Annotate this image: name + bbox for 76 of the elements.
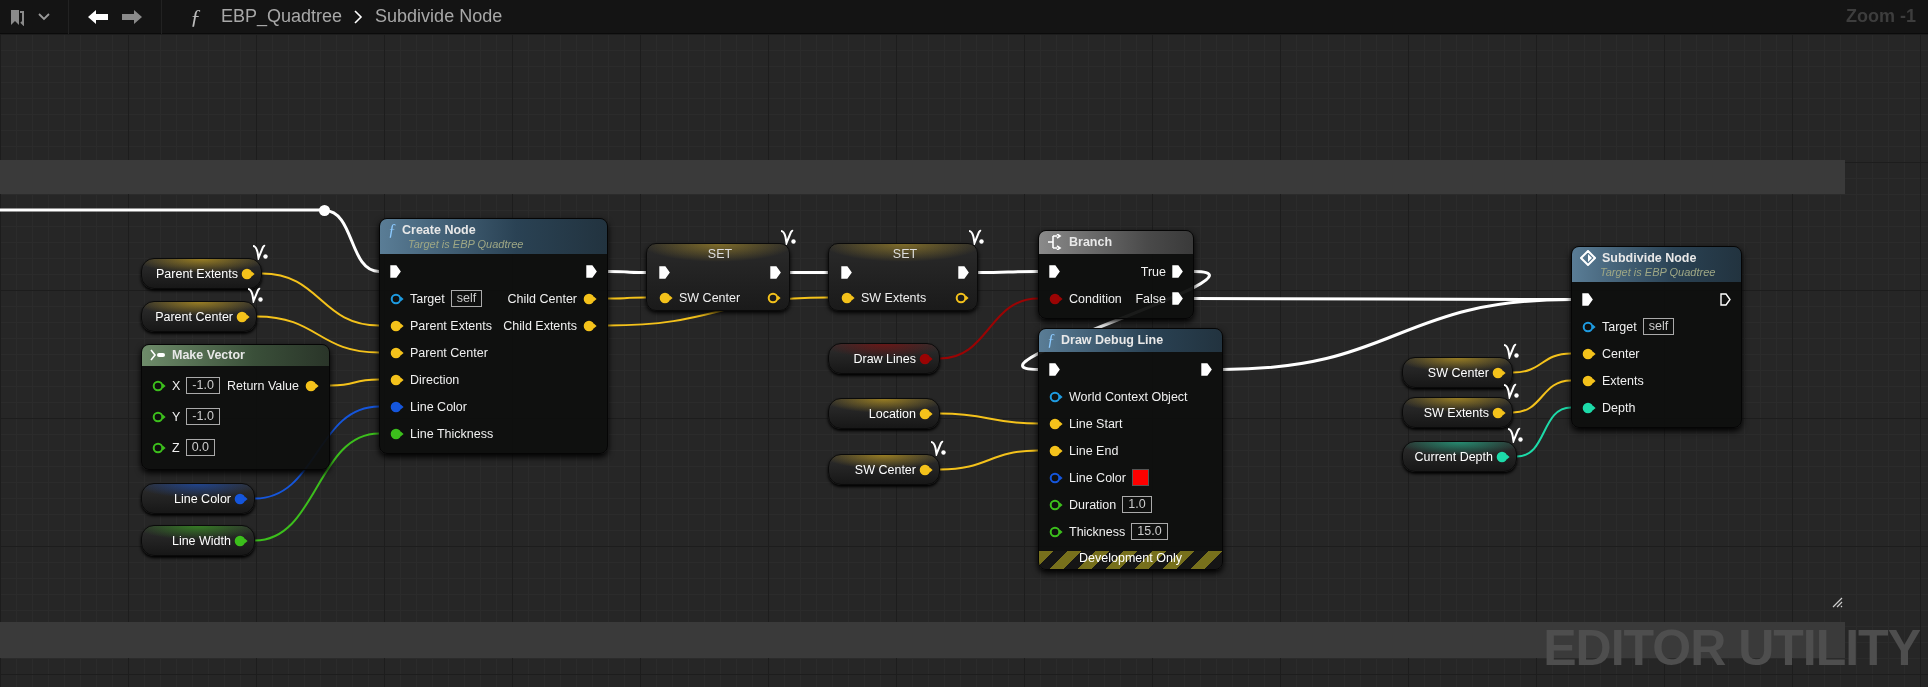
pin-label: World Context Object — [1069, 389, 1188, 404]
pin-label: False — [1135, 291, 1166, 306]
pin-label: Line Color — [1069, 470, 1126, 485]
variable-node[interactable]: SW Center — [828, 454, 940, 485]
node-title: Make Vector — [172, 348, 245, 362]
pin-label: Line Start — [1069, 416, 1123, 431]
node-title: SET — [892, 248, 918, 260]
function-icon: ƒ — [1047, 332, 1055, 348]
variable-label: Line Color — [174, 491, 231, 506]
variable-label: SW Extents — [1423, 405, 1489, 420]
variable-node[interactable]: SW Center — [1402, 357, 1513, 388]
variable-label: SW Center — [854, 462, 916, 477]
variable-label: Line Width — [171, 533, 231, 548]
pin-label: Line Thickness — [410, 426, 494, 441]
variable-label: Draw Lines — [853, 351, 916, 366]
event-node[interactable]: Subdivide Node Target is EBP Quadtree Target self Center Extents Depth — [1571, 246, 1742, 428]
value-field[interactable]: -1.0 — [186, 377, 220, 394]
pin-label: Line End — [1069, 443, 1119, 458]
value-field[interactable]: 1.0 — [1122, 496, 1152, 513]
variable-node[interactable]: Line Width — [141, 525, 255, 556]
branch-node[interactable]: Branch True Condition False — [1038, 230, 1194, 319]
pin-label: Thickness — [1069, 524, 1126, 539]
variable-node[interactable]: Location — [828, 398, 940, 429]
variable-label: SW Center — [1427, 365, 1489, 380]
value-field[interactable]: -1.0 — [186, 408, 220, 425]
variable-node[interactable]: Line Color — [141, 483, 255, 514]
value-field[interactable]: self — [1642, 318, 1675, 335]
pin-label: Child Extents — [503, 318, 577, 333]
pin-label: Target — [410, 291, 445, 306]
node-subtitle: Target is EBP Quadtree — [1599, 266, 1717, 278]
pin-label: Condition — [1069, 291, 1122, 306]
value-field[interactable]: 15.0 — [1131, 523, 1168, 540]
pin-label: Parent Extents — [410, 318, 492, 333]
pin-label: Target — [1602, 319, 1637, 334]
variable-label: Parent Extents — [156, 266, 238, 281]
variable-node[interactable]: Parent Extents — [141, 258, 262, 289]
node-subtitle: Target is EBP Quadtree — [407, 238, 525, 250]
pin-label: Direction — [410, 372, 460, 387]
node-title: Create Node — [402, 223, 476, 237]
breadcrumb-item[interactable]: Subdivide Node — [375, 6, 503, 27]
breadcrumb-item[interactable]: EBP_Quadtree — [221, 6, 343, 27]
pin-label: Child Center — [507, 291, 577, 306]
development-only-banner: Development Only — [1039, 551, 1222, 569]
pin-label: Return Value — [226, 378, 299, 393]
pin-label: Center — [1602, 346, 1640, 361]
variable-label: Current Depth — [1414, 449, 1493, 464]
variable-node[interactable]: Current Depth — [1402, 441, 1517, 472]
pin-label: Line Color — [410, 399, 467, 414]
node-title: Draw Debug Line — [1061, 333, 1164, 347]
set-node[interactable]: SET SW Center — [646, 243, 790, 311]
node-title: SET — [707, 248, 733, 260]
variable-node[interactable]: SW Extents — [1402, 397, 1513, 428]
function-icon: ƒ — [190, 3, 201, 30]
pin-label: Extents — [1602, 373, 1644, 388]
variable-label: Location — [868, 406, 916, 421]
pin-label: SW Center — [679, 290, 741, 305]
function-node[interactable]: ƒ Create Node Target is EBP Quadtree Target self Child Center Parent Extents Child Extents Parent Center Direction Line Color Line Thickness — [379, 218, 608, 454]
node-title: Branch — [1069, 235, 1113, 249]
pin-label: Y — [172, 409, 181, 424]
value-field[interactable]: self — [450, 290, 483, 307]
pin-label: Depth — [1602, 400, 1636, 415]
pin-label: X — [172, 378, 181, 393]
variable-node[interactable]: Parent Center — [141, 301, 257, 332]
function-node[interactable]: ƒ Draw Debug Line World Context Object Line Start Line End Line Color Duration 1.0 Thickness 15.0 Development Only — [1038, 328, 1223, 570]
pin-label: True — [1140, 264, 1166, 279]
struct-node[interactable]: Make Vector X -1.0 Return Value Y -1.0 Z 0.0 — [141, 344, 330, 470]
pin-label: Duration — [1069, 497, 1117, 512]
variable-node[interactable]: Draw Lines — [828, 343, 940, 374]
node-title: Subdivide Node — [1602, 251, 1697, 265]
pin-label: Parent Center — [410, 345, 488, 360]
value-field[interactable]: 0.0 — [185, 439, 216, 456]
pin-label: Z — [172, 440, 180, 455]
pin-label: SW Extents — [861, 290, 927, 305]
variable-label: Parent Center — [155, 309, 233, 324]
function-icon: ƒ — [388, 222, 396, 238]
set-node[interactable]: SET SW Extents — [828, 243, 978, 311]
